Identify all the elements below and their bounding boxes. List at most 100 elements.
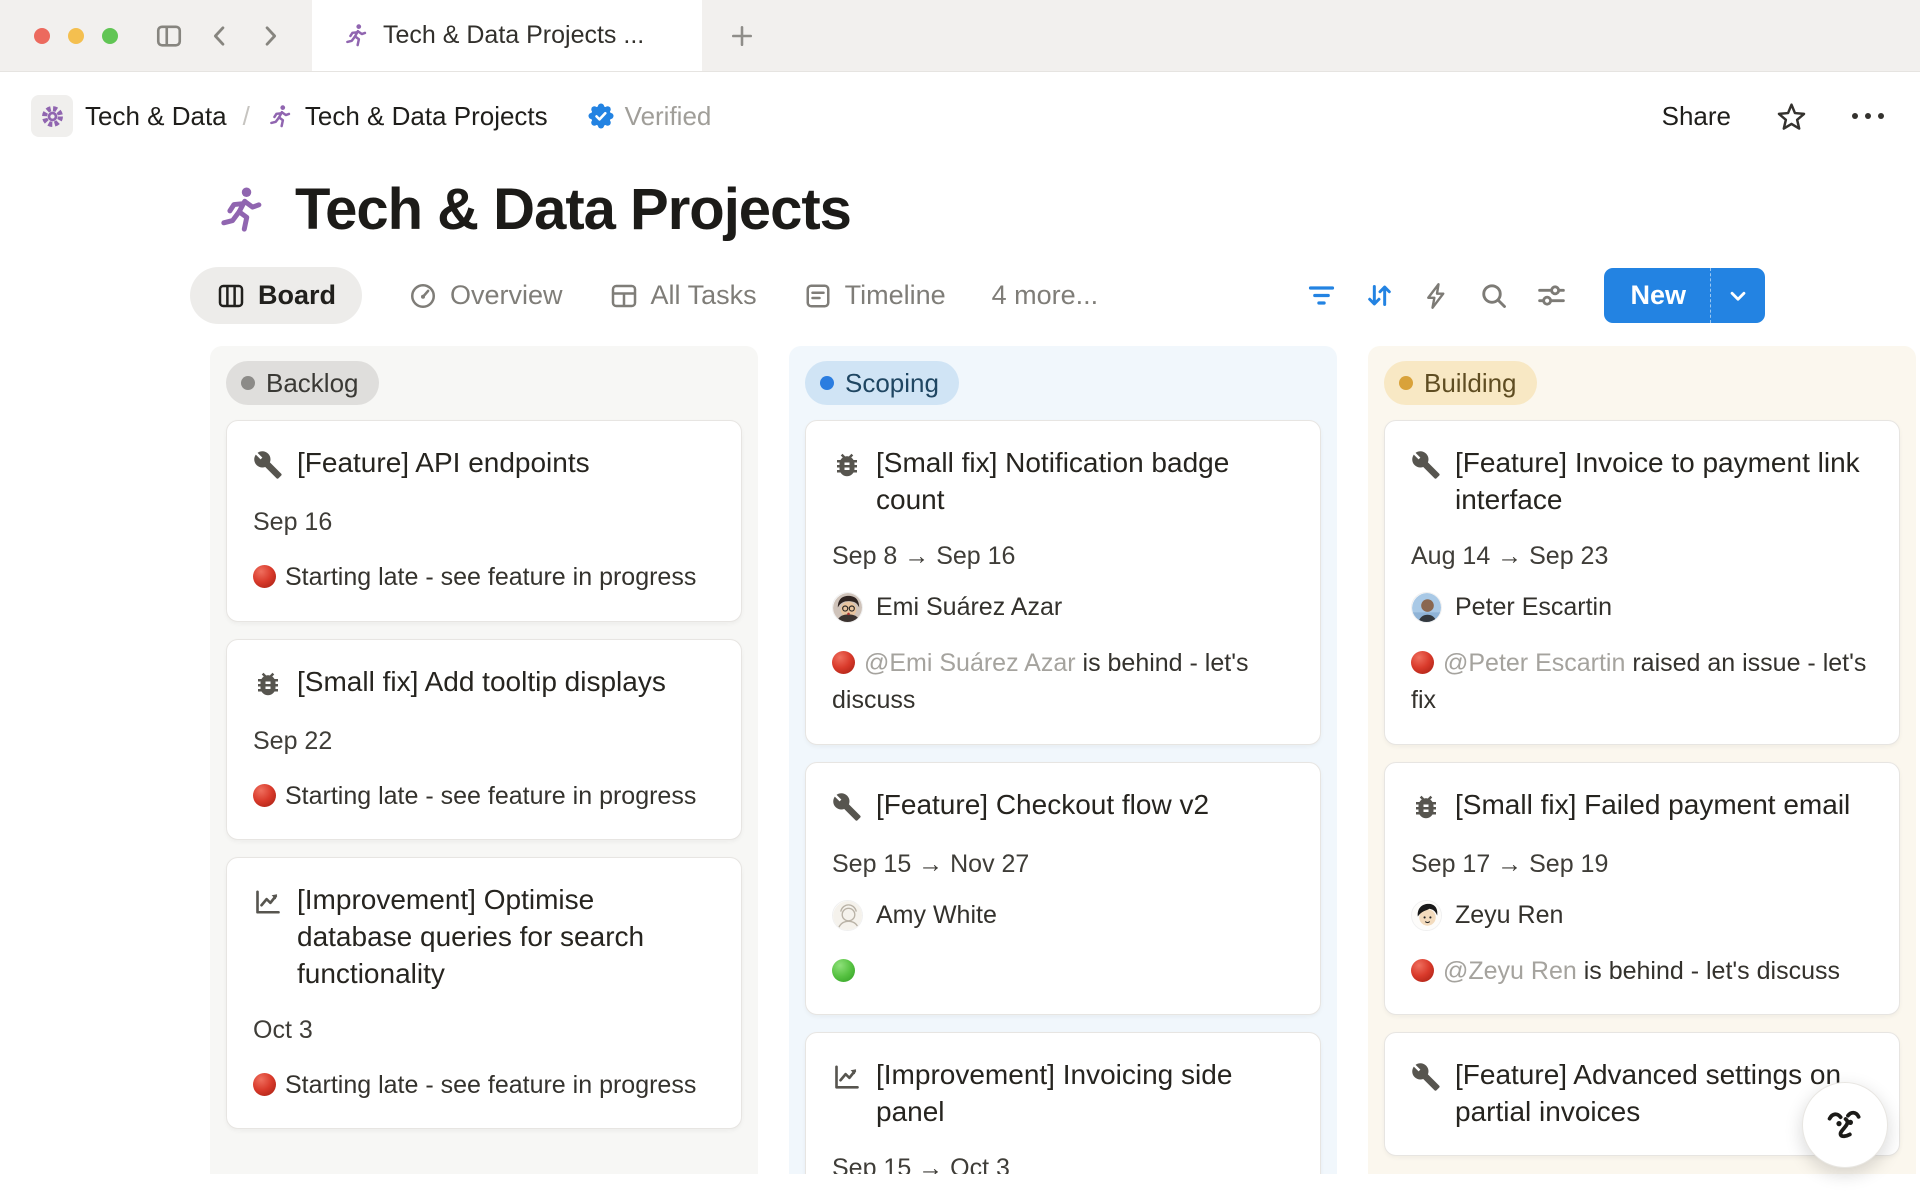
chart-icon (832, 1057, 876, 1097)
wrench-icon (832, 787, 876, 827)
tab-title: Tech & Data Projects ... (383, 21, 644, 50)
assignee-row: Peter Escartin (1411, 592, 1873, 623)
assignee-name: Emi Suárez Azar (876, 593, 1062, 622)
bug-icon (1411, 787, 1455, 827)
red-circle-icon (832, 651, 855, 674)
status-line: Starting late - see feature in progress (253, 778, 715, 816)
card-smallfix-notification-badge[interactable]: [Small fix] Notification badge count Sep… (805, 420, 1321, 745)
tab-all-tasks[interactable]: All Tasks (609, 280, 757, 311)
status-line: @Emi Suárez Azar is behind - let's discu… (832, 645, 1294, 720)
tab-more-views[interactable]: 4 more... (992, 280, 1099, 311)
red-circle-icon (1411, 651, 1434, 674)
column-building: Building [Feature] Invoice to payment li… (1368, 346, 1916, 1174)
bug-icon (253, 664, 297, 704)
breadcrumb: Tech & Data / Tech & Data Projects Verif… (31, 95, 711, 137)
wrench-icon (253, 445, 297, 485)
avatar (1411, 900, 1442, 931)
red-circle-icon (253, 1073, 276, 1096)
card-smallfix-add-tooltip[interactable]: [Small fix] Add tooltip displays Sep 22 … (226, 639, 742, 841)
status-line: @Peter Escartin raised an issue - let's … (1411, 645, 1873, 720)
column-header-building[interactable]: Building (1384, 361, 1537, 405)
card-date: Sep 15 → Oct 3 (832, 1154, 1294, 1174)
status-line: Starting late - see feature in progress (253, 1067, 715, 1105)
tab-board[interactable]: Board (190, 267, 362, 324)
document-icon (803, 281, 833, 311)
wrench-icon (1411, 1057, 1455, 1097)
window-close-button[interactable] (34, 28, 50, 44)
verified-label: Verified (625, 101, 712, 132)
assignee-row: Emi Suárez Azar (832, 592, 1294, 623)
card-improvement-optimise-db[interactable]: [Improvement] Optimise database queries … (226, 857, 742, 1129)
window-controls (34, 28, 118, 44)
card-smallfix-failed-payment-email[interactable]: [Small fix] Failed payment email Sep 17 … (1384, 762, 1900, 1016)
column-backlog: Backlog [Feature] API endpoints Sep 16 S… (210, 346, 758, 1174)
breadcrumb-separator: / (239, 101, 254, 132)
status-dot-blue (820, 376, 834, 390)
search-icon[interactable] (1479, 281, 1509, 311)
verified-badge: Verified (586, 101, 712, 132)
page-title: Tech & Data Projects (295, 176, 851, 243)
view-settings-icon[interactable] (1536, 280, 1567, 311)
notion-ai-button[interactable] (1802, 1082, 1888, 1168)
assignee-name: Zeyu Ren (1455, 901, 1563, 930)
new-button-group: New (1604, 268, 1765, 323)
board-icon (216, 281, 246, 311)
breadcrumb-page[interactable]: Tech & Data Projects (305, 101, 548, 132)
chevron-down-icon (1725, 283, 1751, 309)
card-improvement-invoicing-panel[interactable]: [Improvement] Invoicing side panel Sep 1… (805, 1032, 1321, 1174)
status-line: @Zeyu Ren is behind - let's discuss (1411, 953, 1873, 991)
tab-overview[interactable]: Overview (408, 280, 563, 311)
column-scoping: Scoping [Small fix] Notification badge c… (789, 346, 1337, 1174)
card-date: Oct 3 (253, 1016, 715, 1045)
green-circle-icon (832, 959, 855, 982)
bug-icon (832, 445, 876, 485)
lightning-icon[interactable] (1422, 281, 1452, 311)
filter-icon[interactable] (1306, 280, 1337, 311)
avatar (832, 900, 863, 931)
sidebar-toggle-icon[interactable] (154, 21, 184, 51)
new-button[interactable]: New (1604, 280, 1710, 311)
share-button[interactable]: Share (1662, 101, 1731, 132)
card-date: Sep 15 → Nov 27 (832, 850, 1294, 879)
new-tab-button[interactable] (702, 0, 782, 71)
gauge-icon (408, 281, 438, 311)
table-icon (609, 281, 639, 311)
status-dot-gray (241, 376, 255, 390)
tab-tech-data-projects[interactable]: Tech & Data Projects ... (312, 0, 702, 71)
assignee-row: Zeyu Ren (1411, 900, 1873, 931)
breadcrumb-workspace[interactable]: Tech & Data (85, 101, 227, 132)
column-header-backlog[interactable]: Backlog (226, 361, 379, 405)
status-line (832, 953, 1294, 991)
nav-forward-icon[interactable] (256, 22, 284, 50)
more-options-icon[interactable] (1852, 113, 1884, 119)
workspace-gear-icon[interactable] (31, 95, 73, 137)
card-feature-checkout-flow[interactable]: [Feature] Checkout flow v2 Sep 15 → Nov … (805, 762, 1321, 1016)
card-feature-invoice-payment-link[interactable]: [Feature] Invoice to payment link interf… (1384, 420, 1900, 745)
status-line: Starting late - see feature in progress (253, 559, 715, 597)
breadcrumb-bar: Tech & Data / Tech & Data Projects Verif… (0, 72, 1920, 160)
kanban-board: Backlog [Feature] API endpoints Sep 16 S… (0, 324, 1920, 1174)
window-zoom-button[interactable] (102, 28, 118, 44)
window-minimize-button[interactable] (68, 28, 84, 44)
card-date: Sep 16 (253, 508, 715, 537)
card-feature-api-endpoints[interactable]: [Feature] API endpoints Sep 16 Starting … (226, 420, 742, 622)
status-dot-yellow (1399, 376, 1413, 390)
avatar (1411, 592, 1442, 623)
tab-timeline[interactable]: Timeline (803, 280, 946, 311)
card-date: Aug 14 → Sep 23 (1411, 542, 1873, 571)
assignee-row: Amy White (832, 900, 1294, 931)
sort-icon[interactable] (1364, 280, 1395, 311)
column-header-scoping[interactable]: Scoping (805, 361, 959, 405)
page-icon-running-person[interactable] (213, 183, 267, 237)
avatar (832, 592, 863, 623)
running-person-icon (342, 22, 369, 49)
assignee-name: Amy White (876, 901, 997, 930)
red-circle-icon (1411, 959, 1434, 982)
favorite-star-icon[interactable] (1775, 100, 1808, 133)
assignee-name: Peter Escartin (1455, 593, 1612, 622)
card-date: Sep 17 → Sep 19 (1411, 850, 1873, 879)
plus-icon (728, 22, 756, 50)
card-date: Sep 22 (253, 727, 715, 756)
nav-back-icon[interactable] (206, 22, 234, 50)
new-dropdown-button[interactable] (1710, 268, 1765, 323)
